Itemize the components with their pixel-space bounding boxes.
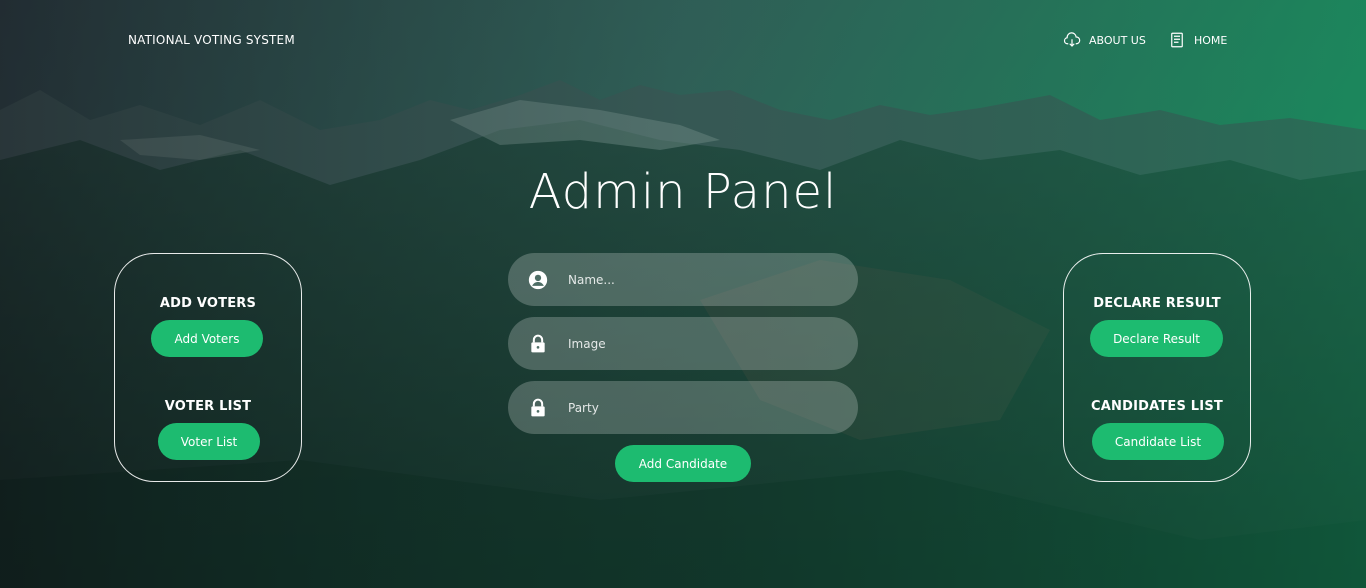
candidate-list-button[interactable]: Candidate List bbox=[1092, 423, 1224, 460]
candidates-list-heading: CANDIDATES LIST bbox=[1091, 399, 1223, 414]
brand-title[interactable]: NATIONAL VOTING SYSTEM bbox=[128, 33, 295, 47]
name-field[interactable] bbox=[508, 253, 858, 306]
nav-about-link[interactable]: ABOUT US bbox=[1063, 31, 1146, 49]
declare-result-heading: DECLARE RESULT bbox=[1093, 296, 1221, 311]
party-field[interactable] bbox=[508, 381, 858, 434]
lock-icon bbox=[531, 334, 545, 352]
nav-home-link[interactable]: HOME bbox=[1168, 31, 1227, 49]
declare-result-button[interactable]: Declare Result bbox=[1090, 320, 1223, 357]
nav-home-label: HOME bbox=[1194, 33, 1228, 47]
party-input[interactable] bbox=[566, 399, 830, 416]
lock-icon bbox=[531, 398, 545, 416]
voter-list-button[interactable]: Voter List bbox=[158, 423, 260, 460]
nav-about-label: ABOUT US bbox=[1089, 33, 1146, 47]
page-title: Admin Panel bbox=[528, 164, 838, 220]
name-input[interactable] bbox=[566, 271, 830, 288]
add-voters-button[interactable]: Add Voters bbox=[151, 320, 263, 357]
image-input[interactable] bbox=[566, 335, 830, 352]
add-candidate-button[interactable]: Add Candidate bbox=[615, 445, 751, 482]
voter-list-heading: VOTER LIST bbox=[164, 399, 252, 414]
add-voters-heading: ADD VOTERS bbox=[159, 296, 257, 311]
document-icon bbox=[1171, 32, 1183, 48]
results-panel: DECLARE RESULT Declare Result CANDIDATES… bbox=[1063, 253, 1251, 482]
voters-panel: ADD VOTERS Add Voters VOTER LIST Voter L… bbox=[114, 253, 302, 482]
user-circle-icon bbox=[528, 270, 548, 289]
image-field[interactable] bbox=[508, 317, 858, 370]
cloud-download-icon bbox=[1063, 32, 1081, 47]
